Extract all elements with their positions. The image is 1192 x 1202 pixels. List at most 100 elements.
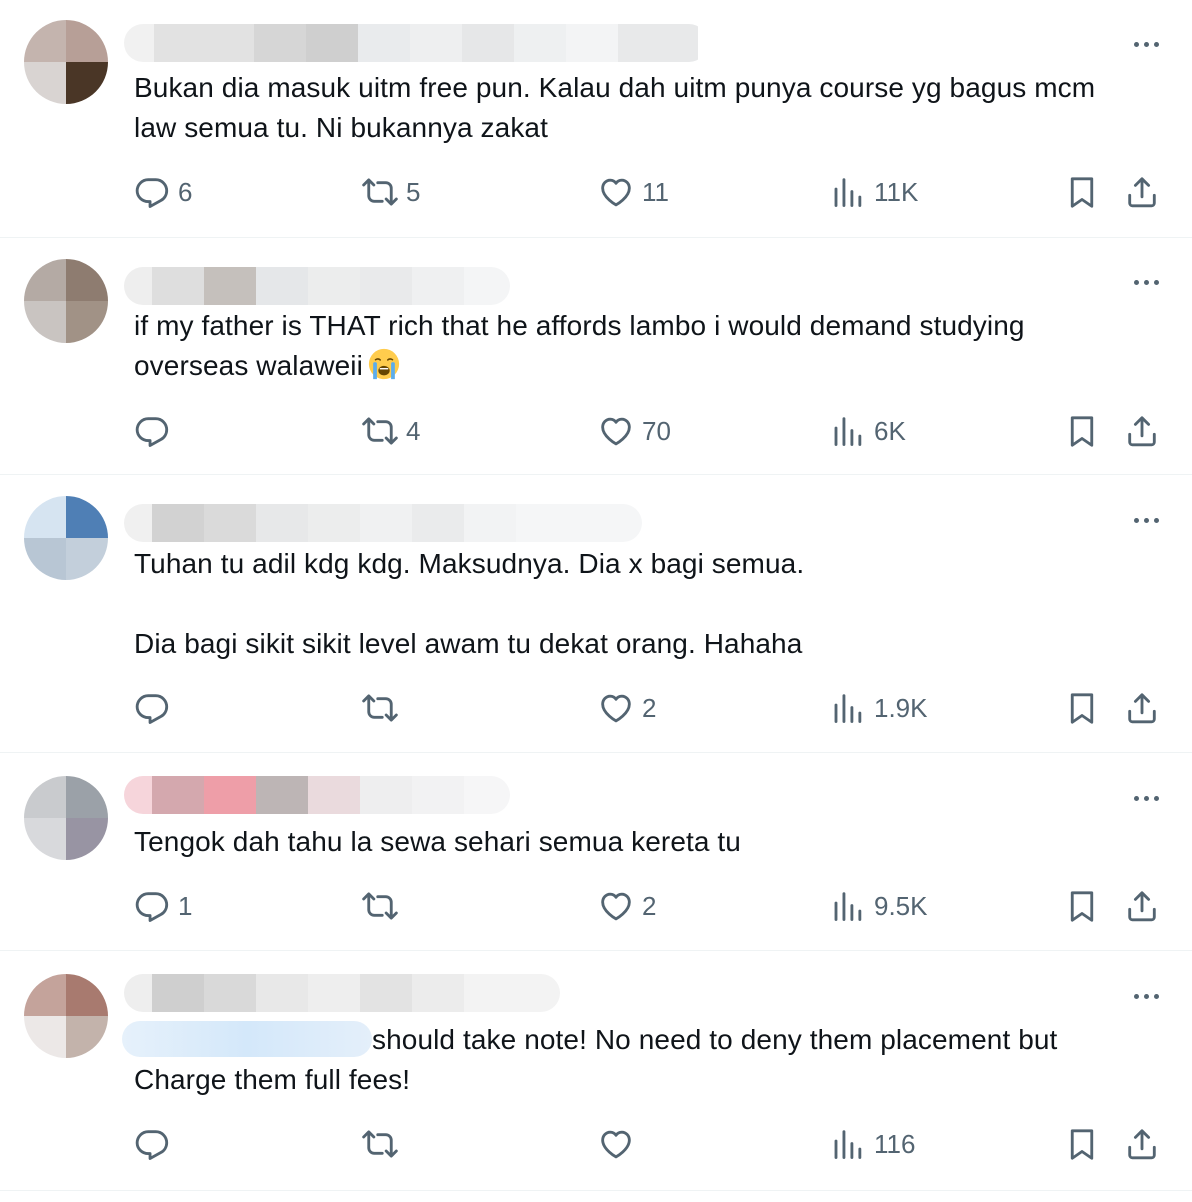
post-text: Tengok dah tahu la sewa sehari semua ker… (134, 826, 741, 857)
more-icon[interactable] (1126, 508, 1166, 532)
action-bar: 116 (0, 1124, 1192, 1164)
bookmark-button[interactable] (1064, 172, 1100, 212)
bookmark-button[interactable] (1064, 688, 1100, 728)
repost-button[interactable] (362, 886, 406, 926)
blurred-author-name (124, 974, 560, 1012)
post-text-body: if my father is THAT rich that he afford… (134, 310, 1033, 381)
action-bar: 2 1.9K (0, 688, 1192, 728)
views-count: 116 (874, 1128, 916, 1159)
bookmark-icon (1064, 690, 1100, 726)
more-icon[interactable] (1126, 270, 1166, 294)
like-count: 2 (642, 692, 657, 723)
repost-button[interactable] (362, 688, 406, 728)
post[interactable]: Bukan dia masuk uitm free pun. Kalau dah… (0, 0, 1192, 238)
reply-count: 6 (178, 176, 193, 207)
repost-button[interactable]: 4 (362, 411, 420, 451)
loudly-crying-face-icon (368, 348, 400, 380)
like-count: 70 (642, 415, 671, 446)
views-button[interactable]: 11K (830, 172, 918, 212)
views-icon (830, 174, 866, 210)
share-button[interactable] (1124, 886, 1160, 926)
share-icon (1124, 1126, 1160, 1162)
bookmark-button[interactable] (1064, 411, 1100, 451)
more-icon[interactable] (1126, 32, 1166, 56)
avatar[interactable] (24, 259, 108, 343)
action-bar: 6 5 11 11K (0, 172, 1192, 212)
more-icon[interactable] (1126, 984, 1166, 1008)
like-button[interactable]: 70 (598, 411, 671, 451)
share-button[interactable] (1124, 688, 1160, 728)
share-button[interactable] (1124, 1124, 1160, 1164)
views-button[interactable]: 116 (830, 1124, 915, 1164)
repost-count: 4 (406, 415, 421, 446)
views-icon (830, 1126, 866, 1162)
post-text: Bukan dia masuk uitm free pun. Kalau dah… (134, 72, 1104, 143)
bookmark-button[interactable] (1064, 886, 1100, 926)
post-text: if my father is THAT rich that he afford… (134, 306, 1122, 386)
views-count: 6K (874, 415, 906, 446)
views-icon (830, 413, 866, 449)
action-bar: 1 2 9.5K (0, 886, 1192, 926)
share-button[interactable] (1124, 411, 1160, 451)
blurred-author-name (124, 504, 642, 542)
share-icon (1124, 888, 1160, 924)
like-count: 2 (642, 890, 657, 921)
repost-count: 5 (406, 176, 421, 207)
like-icon (598, 413, 634, 449)
share-button[interactable] (1124, 172, 1160, 212)
like-count: 11 (642, 176, 669, 207)
like-icon (598, 690, 634, 726)
bookmark-icon (1064, 1126, 1100, 1162)
blurred-author-name (124, 267, 510, 305)
views-count: 1.9K (874, 692, 928, 723)
reply-icon (134, 888, 170, 924)
bookmark-icon (1064, 174, 1100, 210)
post[interactable]: should take note! No need to deny them p… (0, 950, 1192, 1191)
reply-button[interactable]: 1 (134, 886, 192, 926)
repost-button[interactable] (362, 1124, 406, 1164)
reply-button[interactable] (134, 1124, 178, 1164)
repost-icon (362, 413, 398, 449)
like-button[interactable]: 11 (598, 172, 669, 212)
post[interactable]: if my father is THAT rich that he afford… (0, 237, 1192, 475)
bookmark-icon (1064, 888, 1100, 924)
more-icon[interactable] (1126, 786, 1166, 810)
like-button[interactable]: 2 (598, 688, 656, 728)
avatar[interactable] (24, 20, 108, 104)
reply-icon (134, 1126, 170, 1162)
share-icon (1124, 174, 1160, 210)
reply-icon (134, 413, 170, 449)
repost-button[interactable]: 5 (362, 172, 420, 212)
avatar[interactable] (24, 496, 108, 580)
reply-button[interactable] (134, 411, 178, 451)
like-button[interactable] (598, 1124, 642, 1164)
views-count: 9.5K (874, 890, 928, 921)
views-icon (830, 690, 866, 726)
post-text: should take note! No need to deny them p… (122, 1020, 1122, 1100)
like-icon (598, 888, 634, 924)
views-button[interactable]: 1.9K (830, 688, 928, 728)
avatar[interactable] (24, 776, 108, 860)
repost-icon (362, 174, 398, 210)
post[interactable]: Tengok dah tahu la sewa sehari semua ker… (0, 752, 1192, 951)
avatar[interactable] (24, 974, 108, 1058)
bookmark-button[interactable] (1064, 1124, 1100, 1164)
share-icon (1124, 690, 1160, 726)
views-count: 11K (874, 176, 919, 207)
blurred-mention (122, 1021, 372, 1057)
views-icon (830, 888, 866, 924)
post-text: Tuhan tu adil kdg kdg. Maksudnya. Dia x … (134, 548, 805, 659)
like-icon (598, 174, 634, 210)
post[interactable]: Tuhan tu adil kdg kdg. Maksudnya. Dia x … (0, 474, 1192, 753)
repost-icon (362, 1126, 398, 1162)
reply-count: 1 (178, 890, 193, 921)
bookmark-icon (1064, 413, 1100, 449)
reply-button[interactable] (134, 688, 178, 728)
views-button[interactable]: 9.5K (830, 886, 928, 926)
views-button[interactable]: 6K (830, 411, 906, 451)
blurred-author-name (124, 24, 708, 62)
repost-icon (362, 888, 398, 924)
reply-button[interactable]: 6 (134, 172, 192, 212)
like-button[interactable]: 2 (598, 886, 656, 926)
share-icon (1124, 413, 1160, 449)
